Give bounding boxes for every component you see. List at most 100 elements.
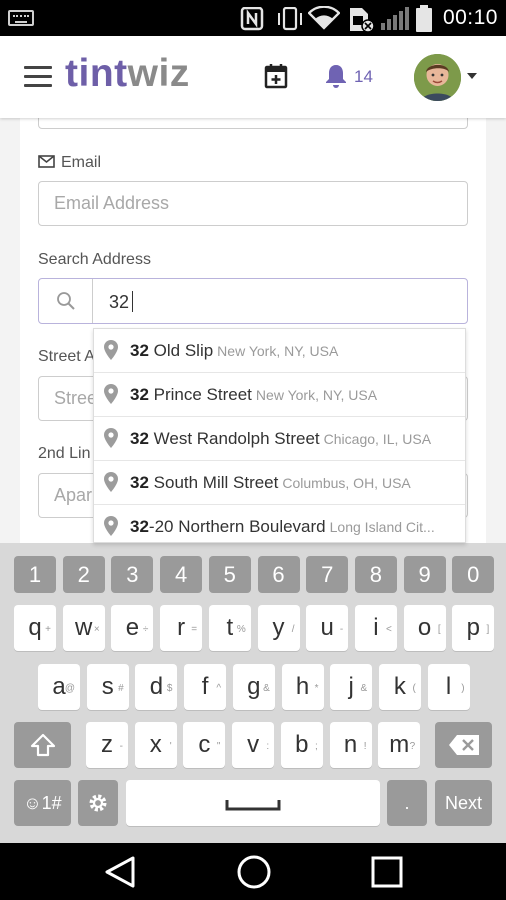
key-z[interactable]: z- [86,722,128,768]
suggestion-item[interactable]: 32 South Mill Street Columbus, OH, USA [94,461,465,505]
navigation-bar [0,843,506,900]
key-l-label: l [445,673,452,700]
calendar-add-icon[interactable] [264,63,288,89]
key-k[interactable]: k( [378,664,421,710]
suggestion-item[interactable]: 32 Prince Street New York, NY, USA [94,373,465,417]
key-h[interactable]: h * [281,664,324,710]
key-hint: ! [363,741,367,752]
key-s[interactable]: s # [86,664,129,710]
key-5[interactable]: 5 [208,556,251,593]
logo[interactable]: tintwiz [65,52,190,96]
shift-key[interactable] [14,722,71,768]
search-address-input[interactable]: 32 [38,278,468,324]
key-o[interactable]: o[ [403,605,446,651]
key-g[interactable]: g & [232,664,275,710]
clock: 00:10 [442,6,498,29]
key-d[interactable]: d $ [135,664,178,710]
key-y[interactable]: y / [257,605,300,651]
key-6[interactable]: 6 [257,556,300,593]
key-hint: ; [315,741,318,752]
suggestion-secondary: Chicago, IL, USA [323,431,432,447]
search-button[interactable] [39,279,93,323]
key-r[interactable]: r = [160,605,203,651]
key-k-label: k [393,673,406,700]
suggestion-main: West Randolph Street [148,429,320,448]
avatar[interactable] [414,54,461,101]
notification-count[interactable]: 14 [354,67,373,87]
key-8[interactable]: 8 [354,556,397,593]
chevron-down-icon[interactable] [467,73,477,79]
email-field[interactable]: Email Address [38,181,468,226]
settings-key[interactable] [78,780,118,826]
key-b[interactable]: b; [280,722,323,768]
key-5-label: 5 [223,562,236,587]
key-l[interactable]: l) [427,664,470,710]
key-hint: ) [461,683,465,694]
key-n[interactable]: n! [329,722,372,768]
space-key[interactable] [126,780,380,826]
wifi-icon [308,6,340,30]
key-3[interactable]: 3 [111,556,154,593]
key-hint: - [339,624,344,635]
key-hint: ÷ [142,624,149,635]
key-hint: = [191,624,198,635]
key-2[interactable]: 2 [62,556,105,593]
key-9[interactable]: 9 [403,556,446,593]
key-q[interactable]: q + [14,605,56,651]
key-u[interactable]: u- [306,605,349,651]
period-key[interactable]: . [387,780,427,826]
search-icon [56,292,75,310]
key-hint: ^ [216,683,222,694]
recents-icon[interactable] [370,855,404,889]
key-hint: # [118,683,124,694]
suggestion-item[interactable]: 32 West Randolph Street Chicago, IL, USA [94,417,465,461]
menu-icon[interactable] [24,66,52,87]
logo-part2: wiz [127,52,190,95]
key-4[interactable]: 4 [160,556,203,593]
key-j[interactable]: j & [330,664,373,710]
key-1[interactable]: 1 [14,556,56,593]
backspace-icon [448,735,479,755]
key-hint: + [45,624,51,635]
key-hint: ] [486,624,490,635]
email-label-text: Email [61,154,102,171]
back-icon[interactable] [103,855,137,889]
key-x[interactable]: x ' [134,722,177,768]
suggestion-item[interactable]: 32 Old Slip New York, NY, USA [94,329,465,373]
key-c[interactable]: c " [183,722,226,768]
key-t-label: t [226,614,234,641]
key-w[interactable]: w × [62,605,105,651]
key-t[interactable]: t% [208,605,251,651]
symbols-key[interactable]: ☺1# [14,780,71,826]
key-v[interactable]: v: [232,722,275,768]
bell-icon[interactable] [324,63,348,89]
key-0[interactable]: 0 [452,556,495,593]
key-p[interactable]: p] [452,605,495,651]
key-3-label: 3 [126,562,139,587]
suggestion-match: 32 [130,517,149,536]
next-key[interactable]: Next [435,780,492,826]
key-r-label: r [177,614,186,641]
suggestion-item[interactable]: 32-20 Northern Boulevard Long Island Cit.… [94,505,465,542]
key-a[interactable]: a @ [38,664,80,710]
backspace-key[interactable] [435,722,492,768]
key-p-label: p [466,614,480,641]
key-2-label: 2 [77,562,90,587]
key-i[interactable]: i < [354,605,397,651]
home-icon[interactable] [236,854,272,890]
key-hint: $ [166,683,173,694]
key-hint: ( [412,683,416,694]
key-e[interactable]: e ÷ [111,605,154,651]
key-1-label: 1 [28,562,42,587]
key-x-label: x [149,731,162,758]
key-0-label: 0 [467,562,480,587]
sim-icon [350,8,375,33]
street-address-label: Street A [38,348,95,365]
key-z-label: z [101,731,113,758]
key-7[interactable]: 7 [306,556,349,593]
key-m[interactable]: m? [378,722,421,768]
key-f[interactable]: f ^ [184,664,227,710]
key-hint: : [266,741,270,752]
key-j-label: j [348,673,354,700]
suggestion-secondary: New York, NY, USA [255,387,378,403]
